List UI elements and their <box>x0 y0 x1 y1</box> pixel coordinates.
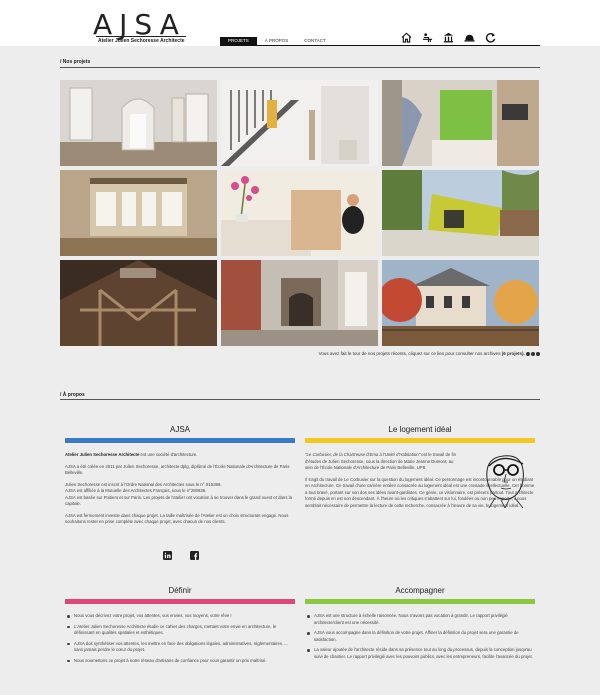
project-photo-bay-window[interactable] <box>60 170 217 256</box>
social-links <box>163 551 199 560</box>
institution-icon[interactable] <box>443 32 454 43</box>
helmet-icon[interactable] <box>464 32 475 43</box>
definir-item: L'Atelier Julien Sechoresse Architecte é… <box>65 624 295 637</box>
nav-a-propos[interactable]: À propos <box>257 37 297 45</box>
definir-item: AJSA doit synthétiser vos attentes, les … <box>65 641 295 654</box>
accompagner-title: Accompagner <box>395 586 445 595</box>
le-corbusier-portrait <box>486 455 524 508</box>
definir-color-bar <box>65 599 295 604</box>
ajsa-lead: Atelier Julien Sechoresse Architecte est… <box>65 452 295 459</box>
pagination-dot[interactable] <box>531 351 535 356</box>
ajsa-lead-name: Atelier Julien Sechoresse Architecte <box>65 452 140 457</box>
ajsa-paragraph: AJSA a été créée en 2011 par Julien Sech… <box>65 463 290 476</box>
archives-caption-text: Vous avez fait le tour de nos projets ré… <box>318 351 501 356</box>
projects-section-label: / Nos projets <box>60 59 91 65</box>
pagination-dot[interactable] <box>536 351 540 356</box>
logement-thesis-title: "Le Corbusier, de la Chartreuse d'Ema à … <box>305 452 421 457</box>
archives-caption: Vous avez fait le tour de nos projets ré… <box>60 351 540 356</box>
project-photo-yellow-extension[interactable] <box>382 170 539 256</box>
gallery-pagination <box>526 351 540 356</box>
accompagner-list: AJSA est une structure à échelle raisonn… <box>305 613 535 660</box>
definir-item: Nous soumettons ce projet à notre réseau… <box>65 658 295 665</box>
about-section-label: / À propos <box>60 392 85 398</box>
project-photo-interior-doors[interactable] <box>60 80 217 166</box>
pagination-dot[interactable] <box>526 351 530 356</box>
logement-intro: "Le Corbusier, de la Chartreuse d'Ema à … <box>305 452 457 472</box>
accompagner-item: La valeur ajoutée de l'architecte réside… <box>305 647 535 660</box>
desk-icon[interactable] <box>422 32 433 43</box>
nav-projets[interactable]: Projets <box>220 37 257 45</box>
definir-title: Définir <box>168 586 192 595</box>
project-photo-roof-frame[interactable] <box>60 260 217 346</box>
project-photo-fireplace-ruin[interactable] <box>221 260 378 346</box>
project-photo-staircase[interactable] <box>221 80 378 166</box>
ajsa-lead-rest: est une société d'architecture. <box>139 452 198 457</box>
logement-title: Le logement idéal <box>388 425 452 434</box>
site-header: AJSA Atelier Julien Sechoresse Architect… <box>0 0 600 46</box>
definir-item: Nous vous décrivez votre projet, vos att… <box>65 613 295 620</box>
archives-link[interactable]: (6 projets). <box>502 351 525 356</box>
refresh-icon[interactable] <box>485 32 496 43</box>
logo-divider <box>96 36 186 37</box>
project-photo-autumn-house[interactable] <box>382 260 539 346</box>
linkedin-icon[interactable] <box>163 551 172 560</box>
logement-color-bar <box>305 438 535 443</box>
projects-section-rule <box>60 67 540 68</box>
category-icons <box>401 32 496 43</box>
nav-contact[interactable]: Contact <box>296 37 333 45</box>
nav-underline <box>220 45 540 46</box>
accompagner-item: AJSA est une structure à échelle raisonn… <box>305 613 535 626</box>
project-gallery <box>60 80 540 346</box>
ajsa-title: AJSA <box>169 425 190 434</box>
ajsa-column: AJSA Atelier Julien Sechoresse Architect… <box>65 425 295 526</box>
logo-subtitle: Atelier Julien Sechoresse Architecte <box>98 38 185 44</box>
definir-column: Définir Nous vous décrivez votre projet,… <box>65 586 295 668</box>
ajsa-paragraph: Julien Sechoresse est inscrit à l'Ordre … <box>65 481 293 507</box>
facebook-icon[interactable] <box>190 551 199 560</box>
project-photo-orchid-kitchen[interactable] <box>221 170 378 256</box>
project-photo-green-kitchen[interactable] <box>382 80 539 166</box>
accompagner-color-bar <box>305 599 535 604</box>
accompagner-column: Accompagner AJSA est une structure à éch… <box>305 586 535 664</box>
accompagner-item: AJSA vous accompagne dans la définition … <box>305 630 535 643</box>
about-section-rule <box>60 399 540 400</box>
definir-list: Nous vous décrivez votre projet, vos att… <box>65 613 295 664</box>
home-icon[interactable] <box>401 32 412 43</box>
main-nav: Projets À propos Contact <box>220 37 334 45</box>
ajsa-paragraph: AJSA est fermement investie dans chaque … <box>65 512 289 525</box>
ajsa-color-bar <box>65 438 295 443</box>
